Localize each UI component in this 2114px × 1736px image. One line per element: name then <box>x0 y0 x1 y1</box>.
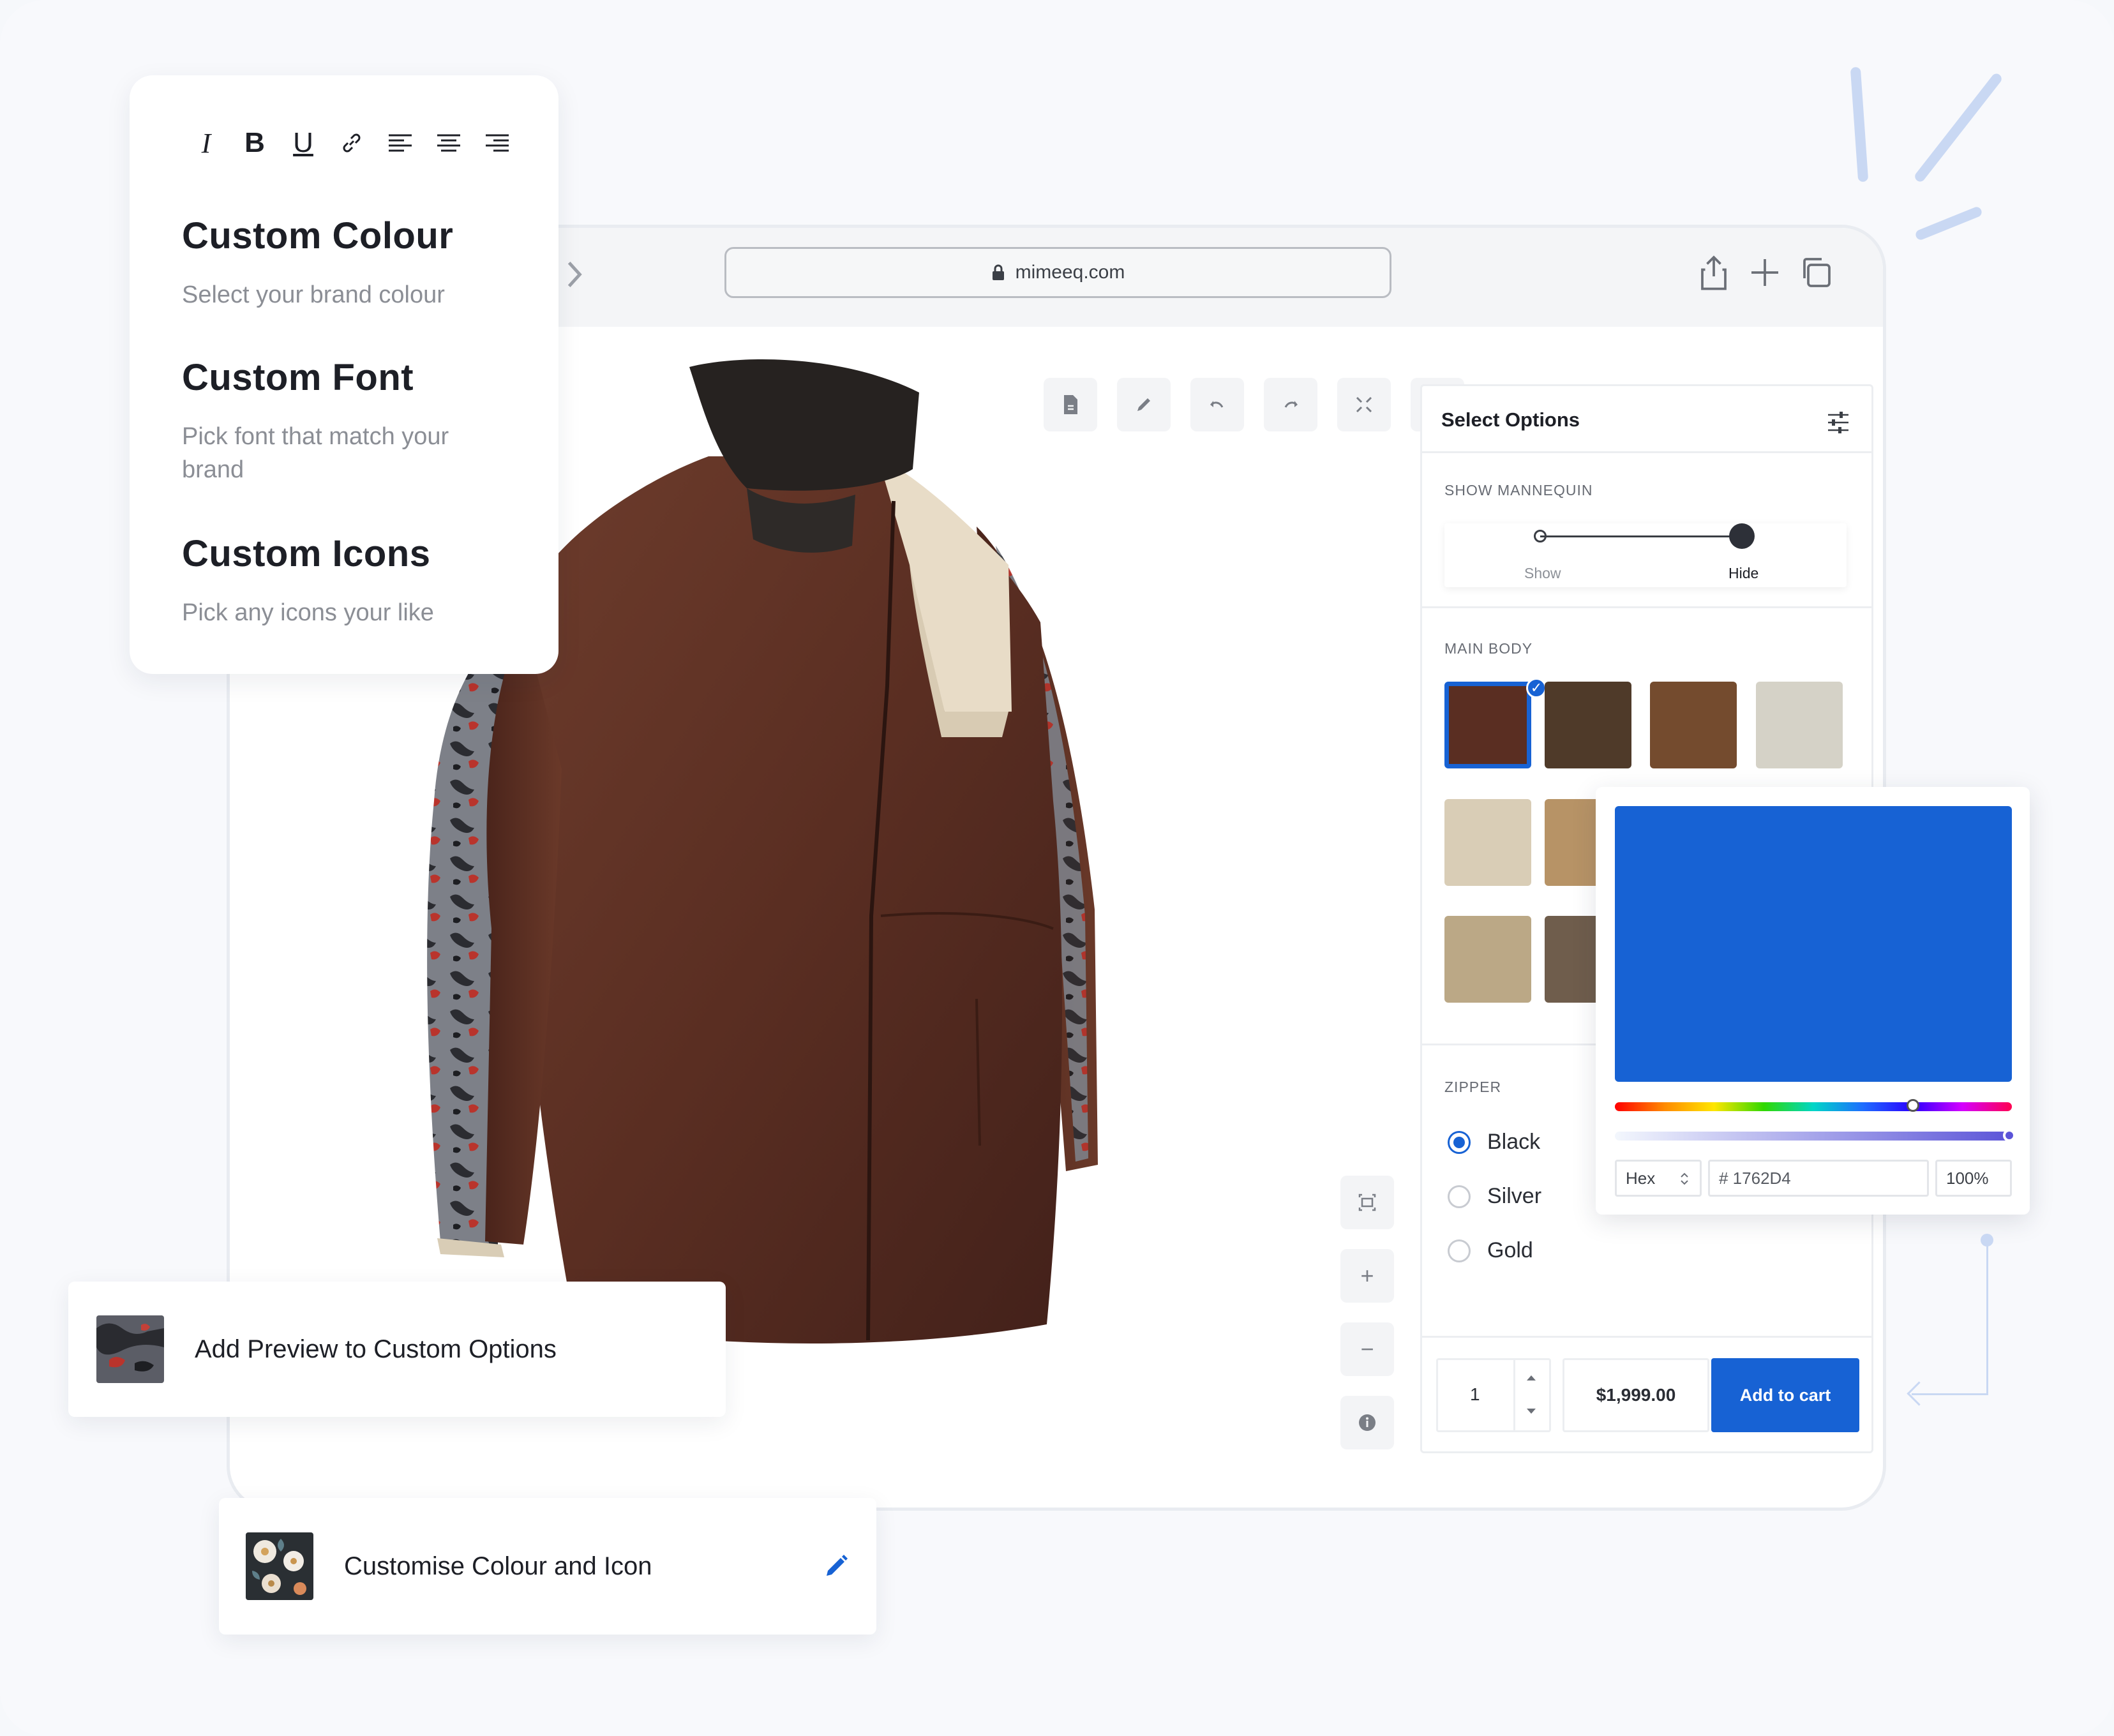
zipper-option-black[interactable]: Black <box>1448 1130 1540 1155</box>
checkmark-icon: ✓ <box>1526 678 1547 698</box>
feature-heading: Custom Icons <box>182 533 431 574</box>
quantity-stepper[interactable]: 1 <box>1436 1358 1551 1432</box>
copy-tabs-icon[interactable] <box>1797 253 1835 292</box>
sliders-icon[interactable] <box>1824 408 1852 437</box>
updown-chevron-icon <box>1681 1172 1688 1185</box>
redo-icon <box>1284 401 1298 408</box>
mannequin-option-hide[interactable]: Hide <box>1728 565 1758 582</box>
panel-title: Select Options <box>1441 408 1580 431</box>
feature-heading: Custom Colour <box>182 215 454 257</box>
feature-description: Pick any icons your like <box>182 599 434 626</box>
feature-heading: Custom Font <box>182 357 414 398</box>
radio-button[interactable] <box>1448 1239 1471 1262</box>
opacity-slider[interactable] <box>1615 1129 2016 1142</box>
italic-icon[interactable]: I <box>182 125 230 161</box>
address-bar[interactable]: mimeeq.com <box>724 247 1391 298</box>
slider-knob[interactable] <box>1729 523 1755 549</box>
preview-card-label: Add Preview to Custom Options <box>195 1335 557 1363</box>
format-toolbar: IBU <box>182 125 521 161</box>
fullscreen-button[interactable] <box>1337 378 1391 431</box>
zipper-option-silver[interactable]: Silver <box>1448 1184 1541 1209</box>
divider <box>1422 606 1871 608</box>
swatch-6[interactable] <box>1444 916 1531 1003</box>
mannequin-label: SHOW MANNEQUIN <box>1444 482 1593 498</box>
align-right-icon[interactable] <box>473 125 521 161</box>
bold-icon[interactable]: B <box>230 125 279 161</box>
opacity-value: 100% <box>1946 1168 1989 1188</box>
divider <box>1422 451 1871 453</box>
preview-card[interactable]: Add Preview to Custom Options <box>68 1282 726 1417</box>
opacity-input[interactable]: 100% <box>1935 1160 2012 1197</box>
main-body-label: MAIN BODY <box>1444 640 1533 657</box>
feature-card: IBU Custom Colour Select your brand colo… <box>130 75 558 674</box>
slider-track <box>1540 535 1742 537</box>
info-button[interactable] <box>1340 1396 1394 1449</box>
price-display: $1,999.00 <box>1563 1358 1709 1432</box>
pattern-thumbnail <box>96 1315 164 1383</box>
info-icon <box>1359 1414 1376 1431</box>
caret-up-icon[interactable] <box>1520 1366 1543 1389</box>
swatch-2[interactable] <box>1650 682 1737 768</box>
opacity-slider-knob[interactable] <box>2003 1129 2016 1142</box>
zipper-label: ZIPPER <box>1444 1079 1502 1095</box>
color-format-select[interactable]: Hex <box>1615 1160 1702 1197</box>
connector-line <box>1986 1241 1988 1395</box>
radio-button[interactable] <box>1448 1185 1471 1208</box>
pencil-icon[interactable] <box>823 1553 850 1580</box>
fullscreen-icon <box>1356 396 1372 413</box>
zipper-option-label: Silver <box>1487 1184 1542 1208</box>
mannequin-option-show[interactable]: Show <box>1524 565 1561 582</box>
color-saturation-area[interactable] <box>1615 806 2012 1082</box>
zipper-option-label: Gold <box>1487 1238 1533 1262</box>
swatch-0[interactable]: ✓ <box>1444 678 1547 768</box>
feature-description: Pick font that match your brand <box>182 423 449 483</box>
align-left-icon[interactable] <box>376 125 424 161</box>
divider <box>1513 1360 1515 1430</box>
color-format-value: Hex <box>1626 1168 1656 1188</box>
swatch-3[interactable] <box>1756 682 1843 768</box>
plus-icon[interactable] <box>1746 253 1784 292</box>
divider <box>1422 1336 1871 1338</box>
underline-icon[interactable]: U <box>279 125 327 161</box>
swatch-4[interactable] <box>1444 799 1531 886</box>
lock-icon <box>992 264 1004 280</box>
zoom-in-button[interactable]: + <box>1340 1249 1394 1303</box>
hex-value: # 1762D4 <box>1719 1168 1791 1188</box>
hex-input[interactable]: # 1762D4 <box>1708 1160 1929 1197</box>
zipper-option-label: Black <box>1487 1130 1541 1154</box>
feature-description: Select your brand colour <box>182 281 445 308</box>
caret-down-icon[interactable] <box>1520 1400 1543 1423</box>
zoom-in-icon: + <box>1360 1262 1374 1289</box>
mannequin-toggle[interactable]: Show Hide <box>1444 523 1847 587</box>
customise-card-label: Customise Colour and Icon <box>344 1552 652 1580</box>
customise-card[interactable]: Customise Colour and Icon <box>219 1498 876 1635</box>
add-to-cart-button[interactable]: Add to cart <box>1711 1358 1859 1432</box>
quantity-value[interactable]: 1 <box>1470 1384 1480 1405</box>
undo-button[interactable] <box>1190 378 1244 431</box>
zipper-option-gold[interactable]: Gold <box>1448 1238 1533 1263</box>
frame-icon <box>1358 1194 1376 1211</box>
radio-button[interactable] <box>1448 1130 1471 1154</box>
share-icon[interactable] <box>1695 253 1733 292</box>
color-picker: Hex # 1762D4 100% <box>1596 787 2030 1215</box>
zoom-out-icon: − <box>1360 1336 1374 1362</box>
swatch-1[interactable] <box>1545 682 1631 768</box>
chevron-right-icon[interactable] <box>562 258 587 290</box>
url-text: mimeeq.com <box>1015 262 1125 283</box>
align-center-icon[interactable] <box>424 125 473 161</box>
zoom-out-button[interactable]: − <box>1340 1322 1394 1376</box>
link-icon[interactable] <box>327 125 376 161</box>
hue-slider[interactable] <box>1615 1099 2012 1112</box>
frame-button[interactable] <box>1340 1176 1394 1229</box>
undo-icon <box>1210 401 1224 408</box>
redo-button[interactable] <box>1264 378 1317 431</box>
floral-thumbnail <box>246 1532 313 1600</box>
hue-slider-knob[interactable] <box>1906 1099 1919 1112</box>
